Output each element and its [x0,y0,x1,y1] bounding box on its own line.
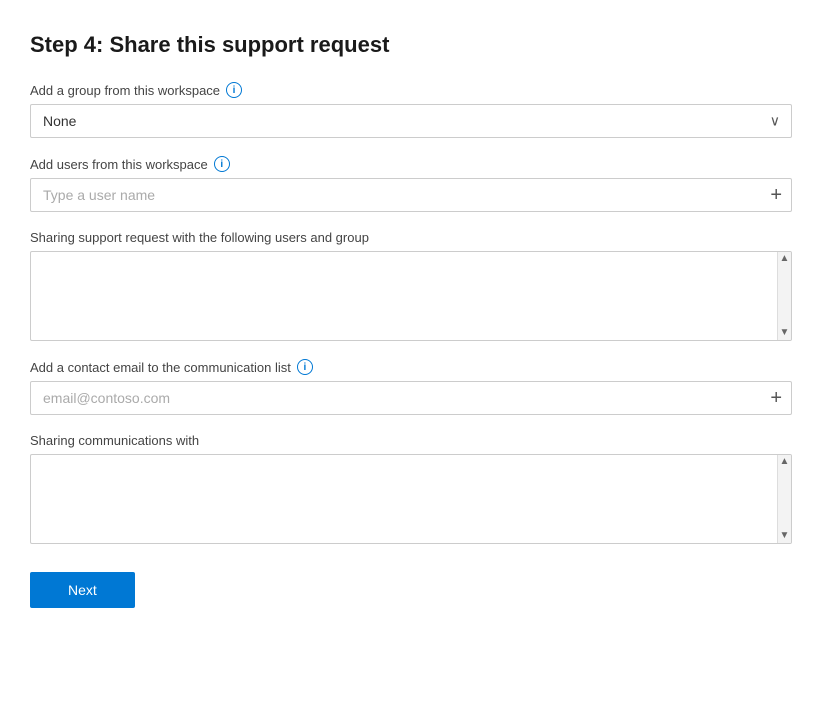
group-section: Add a group from this workspace i None ∨ [30,82,792,138]
sharing-users-section: Sharing support request with the followi… [30,230,792,341]
contact-email-input[interactable] [30,381,792,415]
scroll-down-arrow-comms[interactable]: ▼ [780,531,790,541]
group-info-icon[interactable]: i [226,82,242,98]
sharing-users-scrollbar[interactable]: ▲ ▼ [777,252,791,340]
add-user-button[interactable]: + [770,185,782,205]
scroll-up-arrow-comms[interactable]: ▲ [780,457,790,467]
sharing-comms-box: ▲ ▼ [30,454,792,544]
sharing-comms-label: Sharing communications with [30,433,792,448]
sharing-users-label: Sharing support request with the followi… [30,230,792,245]
scroll-up-arrow[interactable]: ▲ [780,254,790,264]
sharing-comms-section: Sharing communications with ▲ ▼ [30,433,792,544]
group-select-wrapper: None ∨ [30,104,792,138]
scroll-down-arrow[interactable]: ▼ [780,328,790,338]
contact-email-info-icon[interactable]: i [297,359,313,375]
contact-email-label: Add a contact email to the communication… [30,359,792,375]
group-label-text: Add a group from this workspace [30,83,220,98]
users-label: Add users from this workspace i [30,156,792,172]
group-select[interactable]: None [30,104,792,138]
contact-email-section: Add a contact email to the communication… [30,359,792,415]
next-button[interactable]: Next [30,572,135,608]
email-input-wrapper: + [30,381,792,415]
user-input-wrapper: + [30,178,792,212]
users-label-text: Add users from this workspace [30,157,208,172]
add-email-button[interactable]: + [770,388,782,408]
sharing-users-box: ▲ ▼ [30,251,792,341]
users-info-icon[interactable]: i [214,156,230,172]
page-title: Step 4: Share this support request [30,32,792,58]
contact-email-label-text: Add a contact email to the communication… [30,360,291,375]
sharing-comms-scrollbar[interactable]: ▲ ▼ [777,455,791,543]
users-section: Add users from this workspace i + [30,156,792,212]
user-name-input[interactable] [30,178,792,212]
group-label: Add a group from this workspace i [30,82,792,98]
